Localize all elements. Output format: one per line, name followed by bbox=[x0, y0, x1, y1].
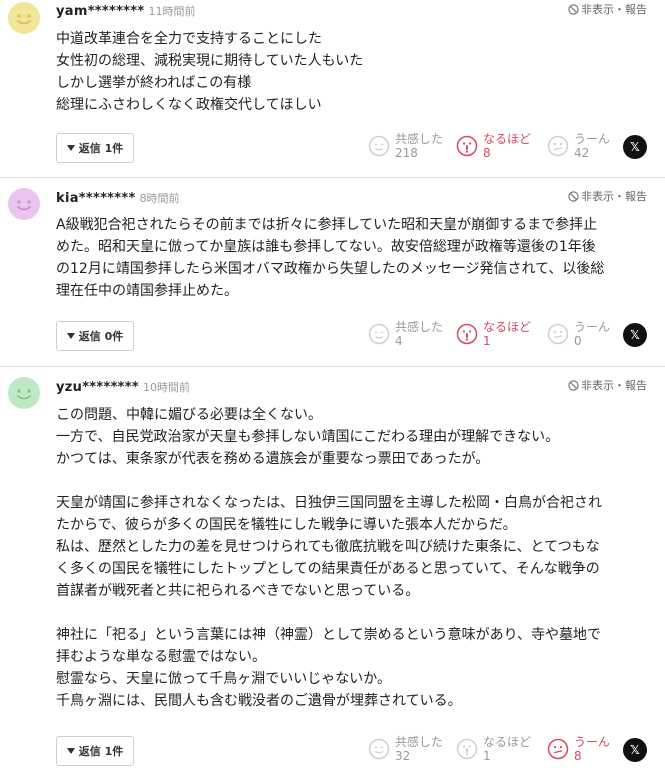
reaction-agree-icon bbox=[368, 323, 390, 345]
reaction-agree-button[interactable]: 共感した 4 bbox=[368, 318, 448, 352]
comment-timestamp: 8時間前 bbox=[139, 192, 180, 205]
reaction-naruhodo-button[interactable]: なるほど 8 bbox=[456, 130, 536, 164]
reaction-naruhodo-button[interactable]: なるほど 1 bbox=[456, 733, 536, 767]
reaction-naruhodo-icon bbox=[456, 323, 478, 345]
reaction-agree-button[interactable]: 共感した 32 bbox=[368, 733, 448, 767]
username-text[interactable]: yzu******** bbox=[56, 380, 139, 395]
hide-report-label: 非表示・報告 bbox=[581, 3, 647, 16]
comment-author[interactable]: kia******** 8時間前 bbox=[56, 190, 180, 206]
reaction-uun-button[interactable]: うーん 42 bbox=[547, 130, 627, 164]
reaction-label: なるほど bbox=[483, 132, 532, 146]
comment-divider bbox=[0, 366, 665, 367]
avatar bbox=[8, 377, 40, 409]
comment-line: この問題、中韓に媚びる必要は全くない。 bbox=[56, 407, 322, 423]
comment-line bbox=[56, 602, 650, 624]
comment-author[interactable]: yzu******** 10時間前 bbox=[56, 379, 190, 395]
comment-line: 神社に「祀る」という言葉には神（神霊）として崇めるという意味があり、寺や墓地で bbox=[56, 627, 602, 643]
reaction-uun-button[interactable]: うーん 0 bbox=[547, 318, 627, 352]
comment-line: 理在任中の靖国参拝止めた。 bbox=[56, 283, 238, 299]
comment-body: この問題、中韓に媚びる必要は全くない。一方で、自民党政治家が天皇も参拝しない靖国… bbox=[56, 404, 650, 712]
avatar bbox=[8, 2, 40, 34]
hide-report-link[interactable]: 非表示・報告 bbox=[568, 188, 647, 204]
reaction-label: なるほど bbox=[483, 735, 532, 749]
ban-icon bbox=[568, 190, 579, 202]
comment-author[interactable]: yam******** 11時間前 bbox=[56, 3, 195, 19]
comment-line: A級戦犯合祀されたらその前までは折々に参拝していた昭和天皇が崩御するまで参拝止 bbox=[56, 217, 598, 233]
reaction-uun-button[interactable]: うーん 8 bbox=[547, 733, 627, 767]
reaction-count: 8 bbox=[574, 749, 582, 763]
ban-icon bbox=[568, 3, 579, 15]
reaction-uun-icon bbox=[547, 738, 569, 760]
comment-divider bbox=[0, 177, 665, 178]
reaction-label: うーん bbox=[574, 320, 611, 334]
comment-line: 首謀者が戦死者と共に祀られるべきでないと思っている。 bbox=[56, 583, 420, 599]
reply-toggle-button[interactable]: 返信 0件 bbox=[56, 321, 134, 351]
comment-line: かつては、東条家が代表を務める遺族会が重要なっ票田であったが。 bbox=[56, 451, 490, 467]
comment-line: 拝むような単なる慰霊ではない。 bbox=[56, 649, 266, 665]
reaction-uun-icon bbox=[547, 135, 569, 157]
reaction-count: 4 bbox=[395, 334, 403, 348]
reaction-agree-icon bbox=[368, 135, 390, 157]
reply-toggle-button[interactable]: 返信 1件 bbox=[56, 736, 134, 766]
reaction-agree-icon bbox=[368, 738, 390, 760]
reaction-count: 1 bbox=[483, 334, 491, 348]
comment-line: 女性初の総理、減税実現に期待していた人もいた bbox=[56, 53, 364, 69]
reaction-label: 共感した bbox=[395, 320, 444, 334]
reaction-uun-icon bbox=[547, 323, 569, 345]
hide-report-link[interactable]: 非表示・報告 bbox=[568, 1, 647, 17]
comment-line: 一方で、自民党政治家が天皇も参拝しない靖国にこだわる理由が理解できない。 bbox=[56, 429, 560, 445]
comment-line: めた。昭和天皇に倣ってか皇族は誰も参拝してない。故安倍総理が政権等還後の1年後 bbox=[56, 239, 596, 255]
reaction-count: 0 bbox=[574, 334, 582, 348]
reaction-label: 共感した bbox=[395, 735, 444, 749]
x-share-icon[interactable]: 𝕏 bbox=[623, 135, 647, 159]
reaction-count: 218 bbox=[395, 146, 418, 160]
comment-line: 総理にふさわしくなく政権交代してほしい bbox=[56, 97, 322, 113]
comment-line: 私は、歴然とした力の差を見せつけられても徹底抗戦を叫び続けた東条に、とてつもな bbox=[56, 539, 600, 555]
reply-count-label: 返信 1件 bbox=[78, 745, 124, 758]
reaction-label: 共感した bbox=[395, 132, 444, 146]
caret-down-icon bbox=[66, 145, 75, 151]
hide-report-label: 非表示・報告 bbox=[581, 190, 647, 203]
reaction-count: 8 bbox=[483, 146, 491, 160]
ban-icon bbox=[568, 379, 579, 391]
hide-report-link[interactable]: 非表示・報告 bbox=[568, 377, 647, 393]
comment-body: 中道改革連合を全力で支持することにした女性初の総理、減税実現に期待していた人もい… bbox=[56, 28, 650, 116]
reaction-naruhodo-icon bbox=[456, 135, 478, 157]
reaction-label: なるほど bbox=[483, 320, 532, 334]
username-text[interactable]: kia******** bbox=[56, 191, 136, 206]
reaction-count: 32 bbox=[395, 749, 411, 763]
reply-count-label: 返信 1件 bbox=[78, 142, 124, 155]
reaction-count: 1 bbox=[483, 749, 491, 763]
comment-line bbox=[56, 470, 650, 492]
comment-line: く多くの国民を犠牲にしたトップとしての結果責任があると思っていて、そんな戦争の bbox=[56, 561, 600, 577]
reaction-naruhodo-icon bbox=[456, 738, 478, 760]
caret-down-icon bbox=[66, 333, 75, 339]
comment-body: A級戦犯合祀されたらその前までは折々に参拝していた昭和天皇が崩御するまで参拝止め… bbox=[56, 214, 650, 302]
comment-line: 中道改革連合を全力で支持することにした bbox=[56, 31, 322, 47]
comment-line: たからで、彼らが多くの国民を犠牲にした戦争に導いた張本人だからだ。 bbox=[56, 517, 517, 533]
reaction-naruhodo-button[interactable]: なるほど 1 bbox=[456, 318, 536, 352]
avatar bbox=[8, 188, 40, 220]
caret-down-icon bbox=[66, 748, 75, 754]
comment-line: の12月に靖国参拝したら米国オバマ政権から失望したのメッセージ発信されて、以後総 bbox=[56, 261, 605, 277]
hide-report-label: 非表示・報告 bbox=[581, 379, 647, 392]
reaction-agree-button[interactable]: 共感した 218 bbox=[368, 130, 448, 164]
x-share-icon[interactable]: 𝕏 bbox=[623, 738, 647, 762]
reaction-label: うーん bbox=[574, 132, 611, 146]
comment-line: 千鳥ヶ淵には、民間人も含む戦没者のご遺骨が埋葬されている。 bbox=[56, 693, 462, 709]
comment-line: 天皇が靖国に参拝されなくなったは、日独伊三国同盟を主導した松岡・白鳥が合祀され bbox=[56, 495, 602, 511]
reaction-count: 42 bbox=[574, 146, 590, 160]
reaction-label: うーん bbox=[574, 735, 611, 749]
reply-count-label: 返信 0件 bbox=[78, 330, 124, 343]
comment-line: 慰霊なら、天皇に倣って千鳥ヶ淵でいいじゃないか。 bbox=[56, 671, 392, 687]
reply-toggle-button[interactable]: 返信 1件 bbox=[56, 133, 134, 163]
comment-timestamp: 11時間前 bbox=[148, 5, 196, 18]
x-share-icon[interactable]: 𝕏 bbox=[623, 323, 647, 347]
comment-timestamp: 10時間前 bbox=[142, 381, 190, 394]
username-text[interactable]: yam******** bbox=[56, 4, 144, 19]
comment-line: しかし選挙が終わればこの有様 bbox=[56, 75, 252, 91]
